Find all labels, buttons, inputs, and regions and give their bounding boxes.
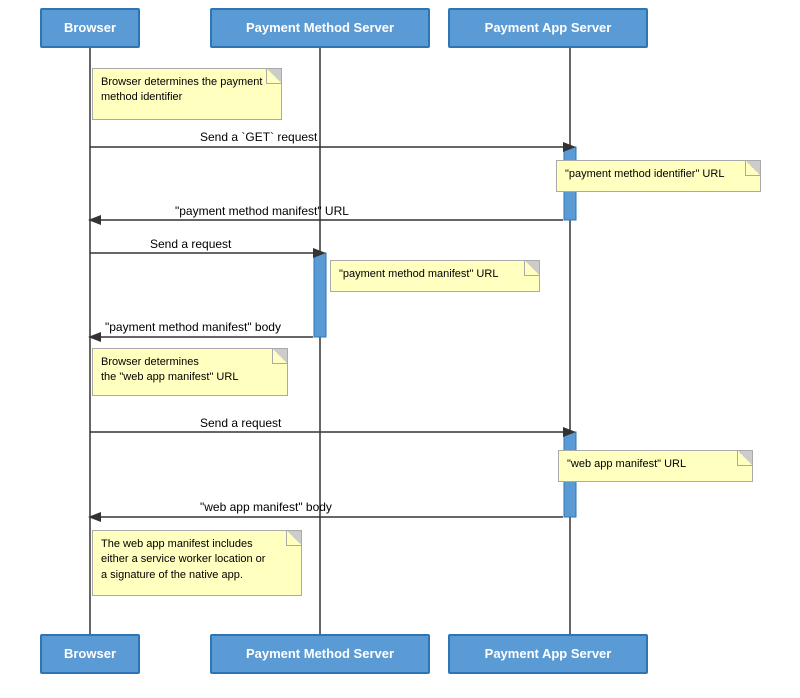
participant-payment-method-top: Payment Method Server [210,8,430,48]
note-payment-method-identifier-url: "payment method identifier" URL [556,160,761,192]
participant-browser-bottom: Browser [40,634,140,674]
note-webapp-manifest-url: "web app manifest" URL [558,450,753,482]
participant-payment-app-bottom: Payment App Server [448,634,648,674]
arrow-label-get-request: Send a `GET` request [200,130,317,144]
note-browser-determines: Browser determines the payment method id… [92,68,282,120]
participant-payment-app-top: Payment App Server [448,8,648,48]
note-browser-determines-webapp: Browser determinesthe "web app manifest"… [92,348,288,396]
participant-browser-top: Browser [40,8,140,48]
note-payment-method-manifest-url: "payment method manifest" URL [330,260,540,292]
participant-payment-method-bottom: Payment Method Server [210,634,430,674]
note-webapp-manifest-includes: The web app manifest includeseither a se… [92,530,302,596]
arrow-label-manifest-body: "payment method manifest" body [105,320,281,334]
arrow-label-send-request-1: Send a request [150,237,231,251]
arrow-label-webapp-body: "web app manifest" body [200,500,332,514]
arrow-label-send-request-2: Send a request [200,416,281,430]
arrow-label-manifest-url: "payment method manifest" URL [175,204,349,218]
sequence-diagram: Browser Payment Method Server Payment Ap… [0,0,800,698]
